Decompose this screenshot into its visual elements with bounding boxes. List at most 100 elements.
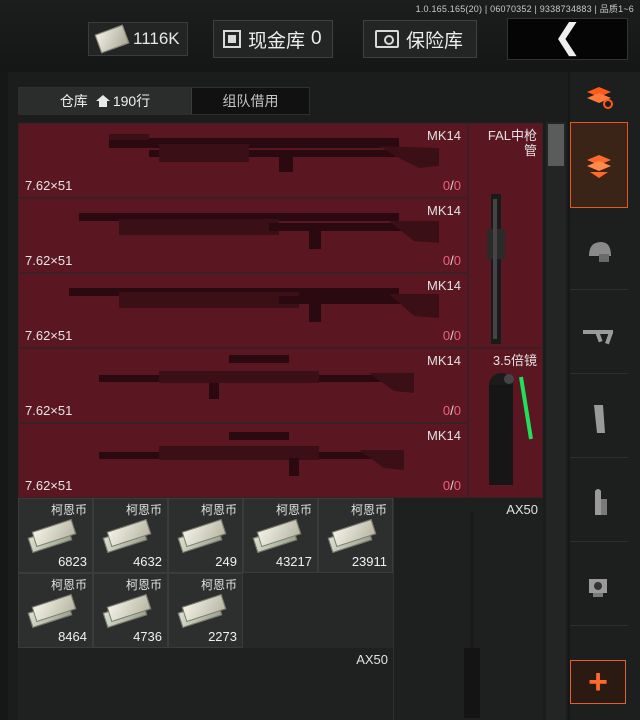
weapon-ammo: 0/0 [442,328,461,343]
currency-item[interactable]: 柯恩币 43217 [243,498,318,573]
sidebar-item-magazines[interactable] [570,380,628,458]
add-button[interactable]: + [570,660,626,704]
sniper-item[interactable]: AX50 [318,648,393,720]
rifle-image [99,355,414,399]
currency-name: 柯恩币 [275,503,312,517]
scope-item[interactable]: 3.5倍镜 [468,348,543,498]
currency-item[interactable]: 柯恩币 249 [168,498,243,573]
weapon-name: MK14 [427,128,461,143]
cash-stack-icon [177,593,227,629]
weapon-caliber: 7.62×51 [25,178,73,193]
weapon-caliber: 7.62×51 [25,403,73,418]
scope-image [489,373,533,485]
weapon-item[interactable]: MK14 7.62×51 0/0 [18,198,468,273]
cash-stack-icon [102,518,152,554]
sidebar-item-ammo[interactable] [570,464,628,542]
weapon-caliber: 7.62×51 [25,253,73,268]
rifle-icon [583,329,613,344]
currency-item[interactable]: 柯恩币 2273 [168,573,243,648]
scroll-thumb[interactable] [548,124,564,166]
currency-value: 4736 [133,629,162,644]
currency-value: 43217 [275,554,312,569]
weapon-item[interactable]: MK14 7.62×51 0/0 [18,273,468,348]
safe-button[interactable]: 保险库 [363,20,477,58]
rifle-image [99,432,404,476]
currency-value: 4632 [133,554,162,569]
cash-stack-icon [327,518,377,554]
sniper-image [464,512,480,718]
currency-item[interactable]: 柯恩币 23911 [318,498,393,573]
empty-slot [243,573,393,648]
weapon-name: MK14 [427,428,461,443]
weapon-item[interactable]: MK14 7.62×51 0/0 [18,123,468,198]
weapon-caliber: 7.62×51 [25,478,73,493]
currency-item[interactable]: 柯恩币 8464 [18,573,93,648]
currency-name: 柯恩币 [125,578,162,592]
rifle-image [109,134,439,172]
cash-stack-icon [102,593,152,629]
tab-warehouse-rows: 190行 [112,93,151,109]
safe-icon [375,30,399,48]
sidebar-item-weapons[interactable] [570,296,628,374]
cash-stack-icon [27,593,77,629]
plus-icon: + [588,663,608,701]
cash-vault-count: 0 [311,28,322,49]
sidebar-item-all[interactable] [570,122,628,208]
currency-name: 柯恩币 [125,503,162,517]
weapon-item[interactable]: MK14 7.62×51 0/0 [18,348,468,423]
ammo-icon [595,488,607,515]
currency-name: 柯恩币 [200,503,237,517]
home-icon [95,95,110,107]
currency-name: 柯恩币 [50,578,87,592]
stack-down-icon [587,155,611,178]
currency-name: 柯恩币 [350,503,387,517]
rifle-image [79,213,439,249]
tab-team-borrow-label: 组队借用 [222,93,279,109]
cash-vault-label: 现金库 [248,30,306,52]
sight-icon [589,578,607,597]
currency-item[interactable]: 柯恩币 4632 [93,498,168,573]
weapon-caliber: 7.62×51 [25,328,73,343]
rifle-image [69,288,439,322]
vault-icon [223,30,241,48]
cash-stack-icon [177,518,227,554]
weapon-ammo: 0/0 [442,253,461,268]
build-info: 1.0.165.165(20) | 06070352 | 9338734883 … [415,4,634,14]
sidebar-item-attachments[interactable] [570,548,628,626]
weapon-item[interactable]: MK14 7.62×51 0/0 [18,423,468,498]
refresh-stack-icon [587,87,613,109]
tab-team-borrow[interactable]: 组队借用 [191,88,309,114]
helmet-icon [589,241,611,262]
currency-item[interactable]: 柯恩币 4736 [93,573,168,648]
currency-name: 柯恩币 [50,503,87,517]
sidebar-refresh[interactable] [570,72,628,122]
money-icon [94,24,130,54]
sniper-item[interactable]: AX50 [393,498,543,720]
chevron-left-icon: ❮ [553,18,582,56]
tab-warehouse[interactable]: 仓库 190行 [19,88,191,114]
currency-value: 249 [215,554,237,569]
cash-vault-button[interactable]: 现金库 0 [213,20,333,58]
weapon-name: MK14 [427,353,461,368]
weapon-ammo: 0/0 [442,178,461,193]
currency-value: 23911 [351,554,387,569]
inventory-scrollbar[interactable] [546,122,566,720]
safe-label: 保险库 [406,30,464,52]
weapon-name: MK14 [427,278,461,293]
currency-value: 8464 [58,629,87,644]
back-button[interactable]: ❮ [507,18,628,60]
currency-value: 2273 [208,629,237,644]
barrel-item[interactable]: FAL中枪管 [468,123,543,348]
money-display: 1116K [88,22,188,56]
sidebar-item-armor[interactable] [570,212,628,290]
sniper-name: AX50 [356,652,388,667]
currency-item[interactable]: 柯恩币 6823 [18,498,93,573]
currency-name: 柯恩币 [200,578,237,592]
weapon-name: MK14 [427,203,461,218]
cash-stack-icon [252,518,302,554]
weapon-ammo: 0/0 [442,403,461,418]
money-value: 1116K [133,29,180,48]
weapon-ammo: 0/0 [442,478,461,493]
currency-value: 6823 [58,554,87,569]
magazine-icon [594,404,605,433]
